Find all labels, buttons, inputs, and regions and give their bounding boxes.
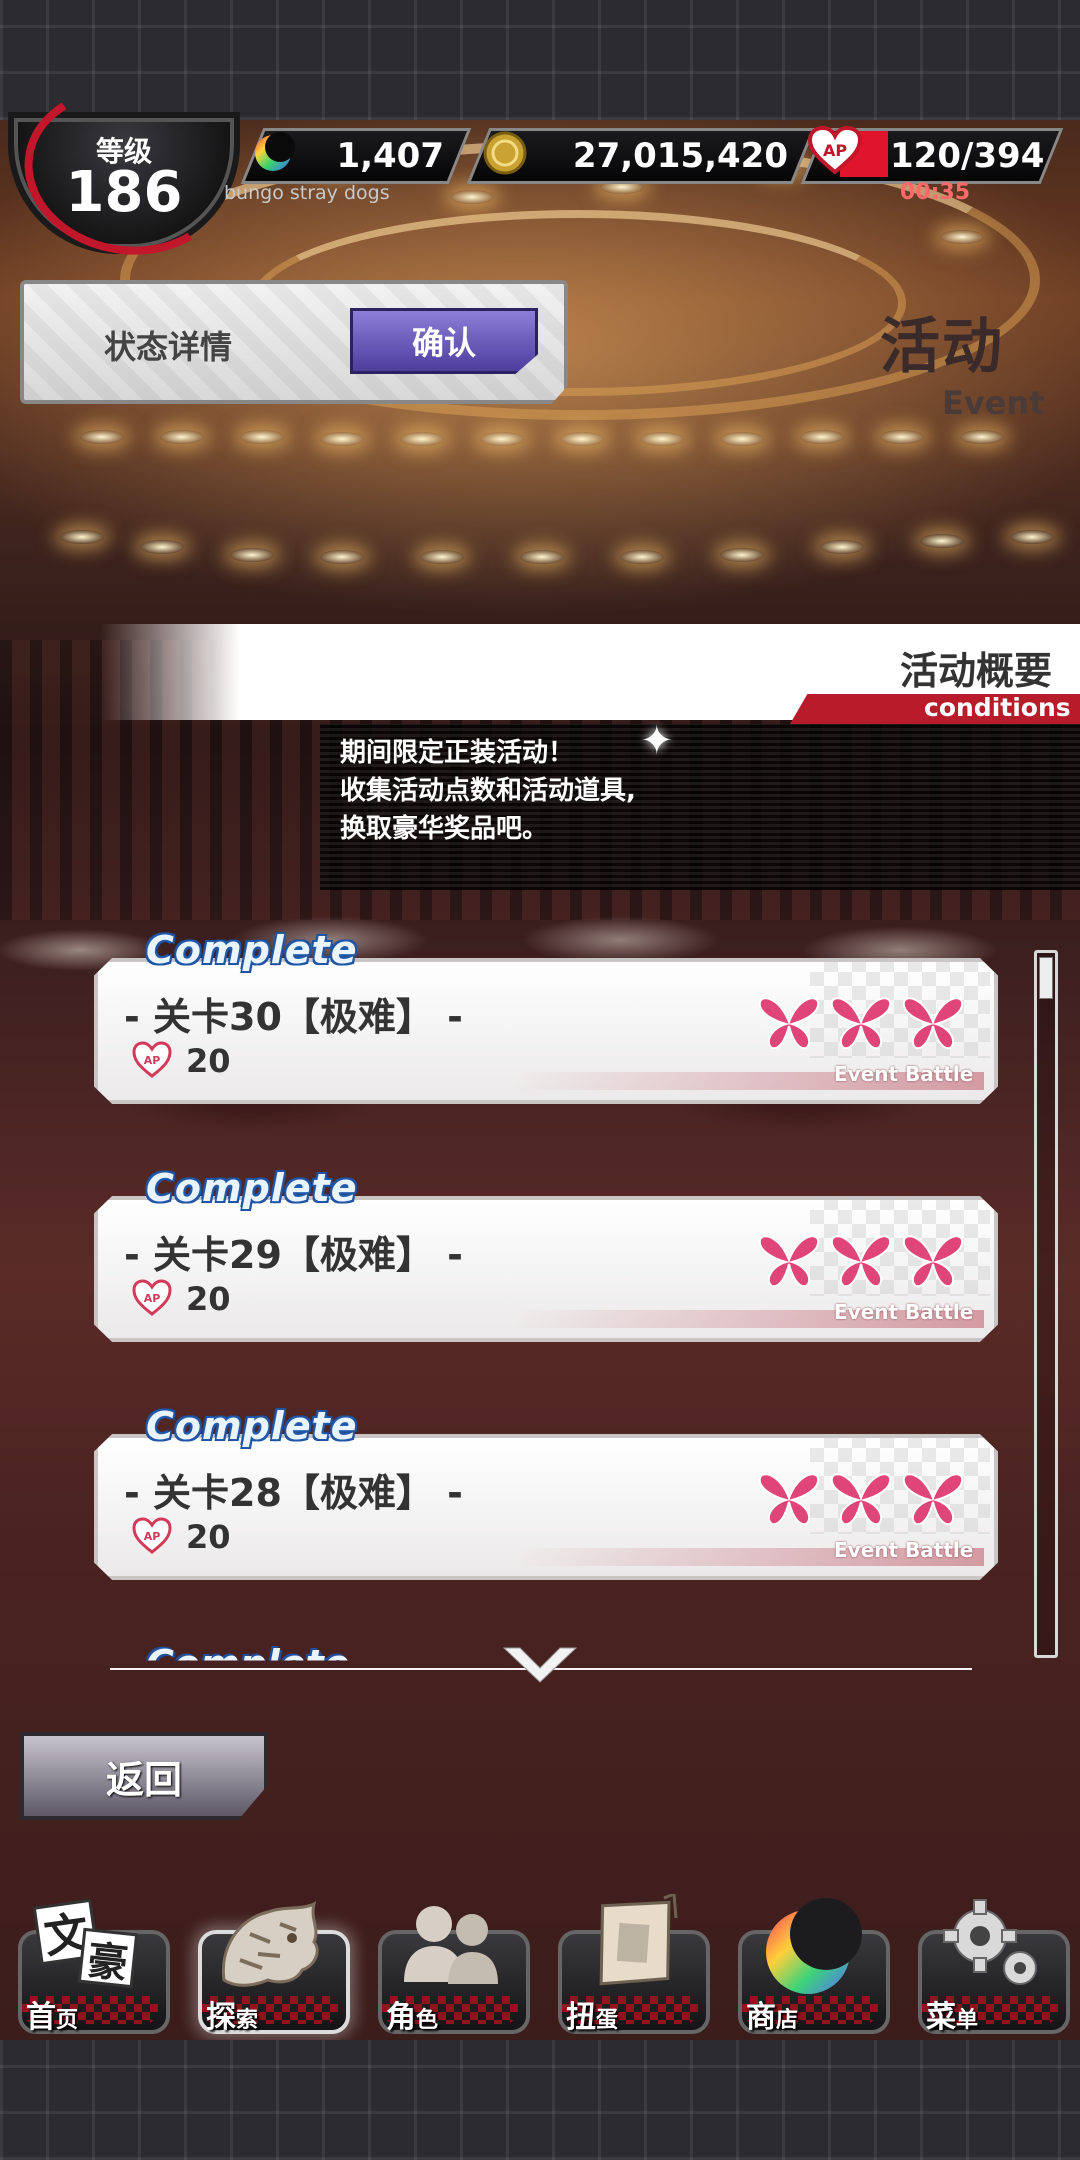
nav-gacha-label: 扭蛋: [566, 2000, 619, 2035]
stage-rating: [758, 1232, 978, 1302]
ap-recovery-timer: 00:35: [900, 180, 971, 205]
svg-text:AP: AP: [823, 141, 847, 160]
stage-ap-cost: 20: [186, 1042, 231, 1080]
gear-icon: [943, 1899, 1037, 1985]
svg-text:豪: 豪: [85, 1937, 130, 1988]
summary-subtitle: conditions: [924, 693, 1071, 722]
stage-rating: [758, 1470, 978, 1540]
nav-home[interactable]: 文 豪 首页: [14, 1898, 170, 2035]
level-value: 186: [65, 160, 183, 225]
bottom-bar: [0, 2040, 1080, 2160]
nav-menu-label: 菜单: [926, 2000, 979, 2035]
event-battle-tag: Event Battle: [834, 1062, 974, 1086]
event-battle-tag: Event Battle: [834, 1300, 974, 1324]
complete-badge: Complete: [146, 928, 358, 972]
nav-menu[interactable]: 菜单: [914, 1899, 1070, 2035]
butterfly-icon: [830, 1235, 892, 1288]
nav-shop-label: 商店: [746, 2000, 799, 2035]
nav-explore-label: 探索: [206, 2000, 259, 2035]
stage-ap-cost: 20: [186, 1280, 231, 1318]
butterfly-icon: [830, 1473, 892, 1526]
ap-heart-icon: AP: [808, 126, 862, 175]
chevron-down-icon[interactable]: [502, 1646, 578, 1684]
ap-heart-icon: AP: [132, 1517, 172, 1554]
screen: 等级 186 1,407 27,015,420 AP 120/394 bungo…: [0, 0, 1080, 2160]
stage-card[interactable]: Complete - 关卡30【极难】 - AP 20 Event Battle: [94, 928, 998, 1104]
stage-ap-cost: 20: [186, 1518, 231, 1556]
summary-title: 活动概要: [900, 649, 1053, 693]
nav-gacha[interactable]: 扭蛋: [554, 1894, 710, 2035]
svg-text:AP: AP: [144, 1530, 161, 1543]
nav-home-label: 首页: [26, 2000, 79, 2035]
butterfly-icon: [758, 1473, 820, 1526]
confirm-button[interactable]: 确认: [350, 308, 538, 374]
svg-text:AP: AP: [144, 1054, 161, 1067]
stage-name: - 关卡28【极难】 -: [124, 1471, 463, 1515]
nav-characters[interactable]: 角色: [374, 1900, 530, 2035]
butterfly-icon: [902, 1473, 964, 1526]
sparkle-icon: ✦: [640, 718, 674, 764]
complete-badge: Complete: [146, 1404, 358, 1448]
ap-count: 120/394: [890, 136, 1045, 176]
back-button[interactable]: 返回: [20, 1732, 268, 1820]
butterfly-icon: [758, 997, 820, 1050]
butterfly-icon: [830, 997, 892, 1050]
stage-card[interactable]: Complete - 关卡29【极难】 - AP 20 Event Battle: [94, 1166, 998, 1342]
ap-heart-icon: AP: [132, 1041, 172, 1078]
svg-text:AP: AP: [144, 1292, 161, 1305]
crescent-icon: [766, 1898, 862, 1994]
scrollbar-thumb[interactable]: [1039, 957, 1053, 999]
butterfly-icon: [902, 997, 964, 1050]
stage-rating: [758, 994, 978, 1064]
coin-count: 27,015,420: [572, 136, 788, 176]
event-battle-tag: Event Battle: [834, 1538, 974, 1562]
book-icon: [599, 1894, 678, 1986]
description-line: 收集活动点数和活动道具,: [340, 776, 636, 806]
tiger-icon: [221, 1901, 319, 1987]
stage-name: - 关卡29【极难】 -: [124, 1233, 463, 1277]
people-icon: [404, 1906, 498, 1984]
butterfly-icon: [758, 1235, 820, 1288]
stage-card[interactable]: Complete - 关卡28【极难】 - AP 20 Event Battle: [94, 1404, 998, 1580]
page-subtitle: Event: [942, 384, 1045, 422]
status-detail-label: 状态详情: [104, 328, 233, 366]
home-kanji-icon: 文 豪: [32, 1898, 139, 1989]
stage-name: - 关卡30【极难】 -: [124, 995, 463, 1039]
nav-shop[interactable]: 商店: [734, 1898, 890, 2035]
list-scrollbar[interactable]: [1034, 950, 1058, 1658]
complete-badge: Complete: [146, 1166, 358, 1210]
ap-heart-icon: AP: [132, 1279, 172, 1316]
butterfly-icon: [902, 1235, 964, 1288]
description-line: 换取豪华奖品吧。: [340, 814, 549, 844]
page-title: 活动: [880, 312, 1004, 382]
nav-explore[interactable]: 探索: [194, 1900, 350, 2035]
nav-characters-label: 角色: [386, 2000, 439, 2035]
game-title: bungo stray dogs: [224, 182, 390, 204]
description-line: 期间限定正装活动！: [340, 738, 575, 768]
crystal-count: 1,407: [336, 136, 444, 176]
rainbow-crescent-icon: [255, 132, 295, 171]
coin-icon: [483, 131, 527, 175]
